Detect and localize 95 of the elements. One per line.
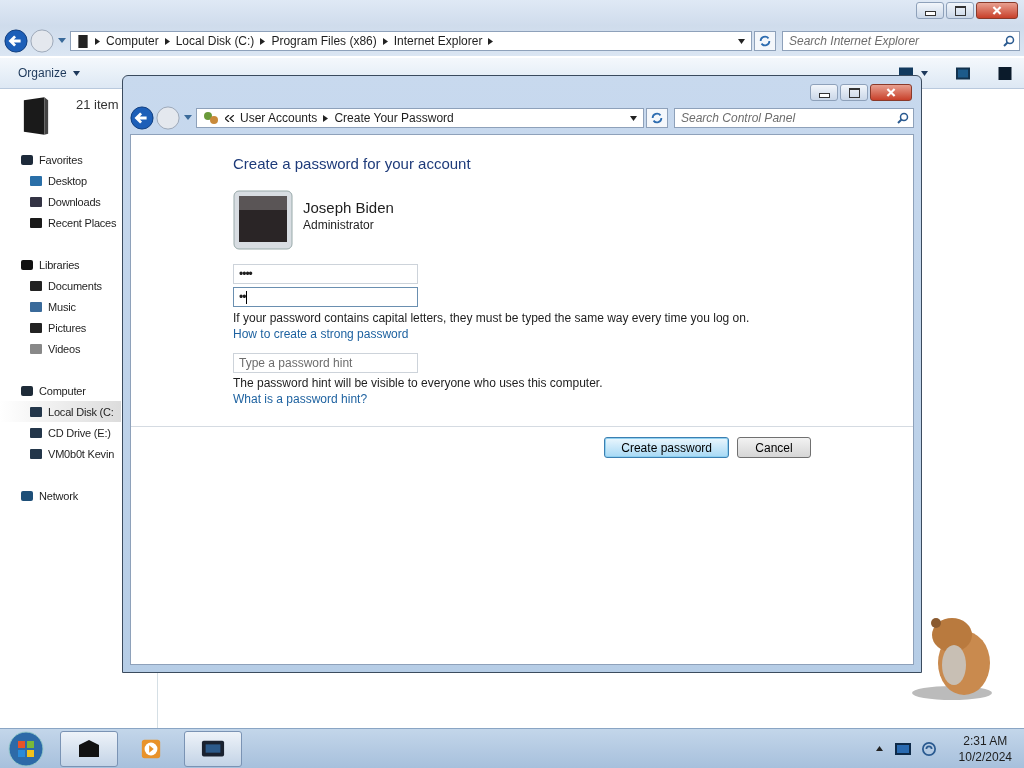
dropdown-icon[interactable] [630, 115, 637, 121]
nav-item[interactable]: Network [0, 485, 121, 506]
password-hint-link[interactable]: What is a password hint? [233, 392, 368, 406]
search-field[interactable]: Search Internet Explorer [782, 31, 1020, 51]
monitor-icon[interactable] [894, 741, 911, 756]
users-icon [203, 111, 219, 125]
dropdown-icon[interactable] [738, 38, 745, 44]
search-icon [1003, 35, 1015, 47]
nav-icon [20, 488, 34, 503]
nav-item[interactable]: CD Drive (E:) [0, 422, 121, 443]
account-picture-icon [233, 190, 293, 250]
nav-icon [29, 299, 43, 314]
search-field[interactable]: Search Control Panel [679, 110, 897, 126]
user-role: Administrator [303, 217, 375, 232]
nav-item[interactable]: Favorites [0, 149, 121, 170]
item-count: 21 item [76, 97, 119, 112]
nav-icon [29, 320, 43, 335]
strong-password-link[interactable]: How to create a strong password [233, 327, 409, 341]
breadcrumb-item[interactable]: Local Disk (C:) [175, 34, 255, 48]
nav-item[interactable]: Libraries [0, 254, 121, 275]
network-icon[interactable] [920, 741, 937, 756]
close-icon [992, 6, 1002, 15]
search-icon [897, 112, 909, 124]
breadcrumb-item[interactable]: User Accounts [240, 111, 318, 125]
user-name: Joseph Biden [303, 198, 394, 216]
restore-button[interactable] [946, 2, 974, 19]
caret-icon [72, 71, 80, 77]
nav-icon [29, 194, 43, 209]
nav-item[interactable]: VM0b0t Kevin [0, 443, 121, 464]
nav-item[interactable]: Computer [0, 380, 121, 401]
help-icon[interactable] [998, 66, 1012, 80]
start-button[interactable] [6, 730, 46, 767]
search-field[interactable]: Search Control Panel [674, 108, 914, 128]
password-field[interactable]: •• [233, 287, 418, 307]
nav-icon [20, 383, 34, 398]
minimize-button[interactable] [810, 84, 838, 101]
nav-icon [20, 257, 34, 272]
nav-icon [29, 404, 43, 419]
address-bar[interactable]: Computer Local Disk (C:) Program Files (x86) Internet Explorer [70, 31, 752, 51]
breadcrumb-item[interactable]: Internet Explorer [393, 34, 483, 48]
nav-item[interactable]: Recent Places [0, 212, 121, 233]
nav-item[interactable]: Pictures [0, 317, 121, 338]
history-dropdown-icon[interactable] [58, 38, 66, 44]
back-button[interactable] [4, 29, 28, 53]
double-chevron-icon[interactable] [225, 114, 234, 122]
nav-item[interactable]: Documents [0, 275, 121, 296]
minimize-button[interactable] [916, 2, 944, 19]
breadcrumb-item[interactable]: Computer [106, 34, 159, 48]
nav-item[interactable]: Videos [0, 338, 121, 359]
history-dropdown-icon[interactable] [184, 115, 192, 121]
show-hidden-icons-button[interactable] [875, 746, 883, 751]
close-button[interactable] [870, 84, 912, 101]
password-field[interactable]: •••• [233, 264, 418, 284]
refresh-icon[interactable] [754, 31, 776, 51]
chevron-icon[interactable] [323, 114, 329, 122]
taskbar-button[interactable] [60, 730, 118, 767]
box-icon [77, 737, 101, 760]
back-button[interactable] [130, 106, 154, 130]
dropdown-icon[interactable] [921, 70, 928, 76]
chevron-icon[interactable] [382, 37, 388, 45]
folder-icon [22, 95, 50, 137]
play-icon [139, 737, 163, 760]
nav-icon [29, 278, 43, 293]
chevron-icon[interactable] [95, 37, 100, 45]
maximize-button[interactable] [840, 84, 868, 101]
hint-note: The password hint will be visible to everyone who uses this computer. [233, 376, 603, 390]
nav-item[interactable]: Downloads [0, 191, 121, 212]
organize-menu-button[interactable]: Organize [18, 66, 80, 80]
breadcrumb-item[interactable]: Program Files (x86) [271, 34, 377, 48]
caps-note: If your password contains capital letters, they must be typed the same way every time you log on. [233, 311, 750, 325]
clock[interactable]: 2:31 AM 10/2/2024 [946, 732, 1024, 765]
nav-icon [20, 152, 34, 167]
nav-item[interactable]: Music [0, 296, 121, 317]
breadcrumb-item[interactable]: Create Your Password [334, 111, 454, 125]
nav-icon [29, 173, 43, 188]
close-icon [886, 88, 896, 97]
chevron-icon[interactable] [488, 37, 494, 45]
nav-icon [29, 446, 43, 461]
nav-icon [29, 341, 43, 356]
search-field[interactable]: Search Internet Explorer [787, 33, 1003, 49]
preview-pane-icon[interactable] [956, 66, 970, 80]
chevron-icon[interactable] [164, 37, 170, 45]
nav-item[interactable]: Desktop [0, 170, 121, 191]
nav-icon [29, 215, 43, 230]
taskbar-button[interactable] [184, 730, 242, 767]
create-password-button[interactable]: Create password [604, 437, 729, 458]
folder-icon [77, 34, 89, 48]
close-button[interactable] [976, 2, 1018, 19]
page-heading: Create a password for your account [233, 155, 471, 172]
refresh-icon[interactable] [646, 108, 668, 128]
chevron-icon[interactable] [260, 37, 266, 45]
address-bar[interactable]: User Accounts Create Your Password [196, 108, 644, 128]
cancel-button[interactable]: Cancel [737, 437, 811, 458]
password-hint-field[interactable]: Type a password hint [233, 353, 418, 373]
nav-icon [29, 425, 43, 440]
